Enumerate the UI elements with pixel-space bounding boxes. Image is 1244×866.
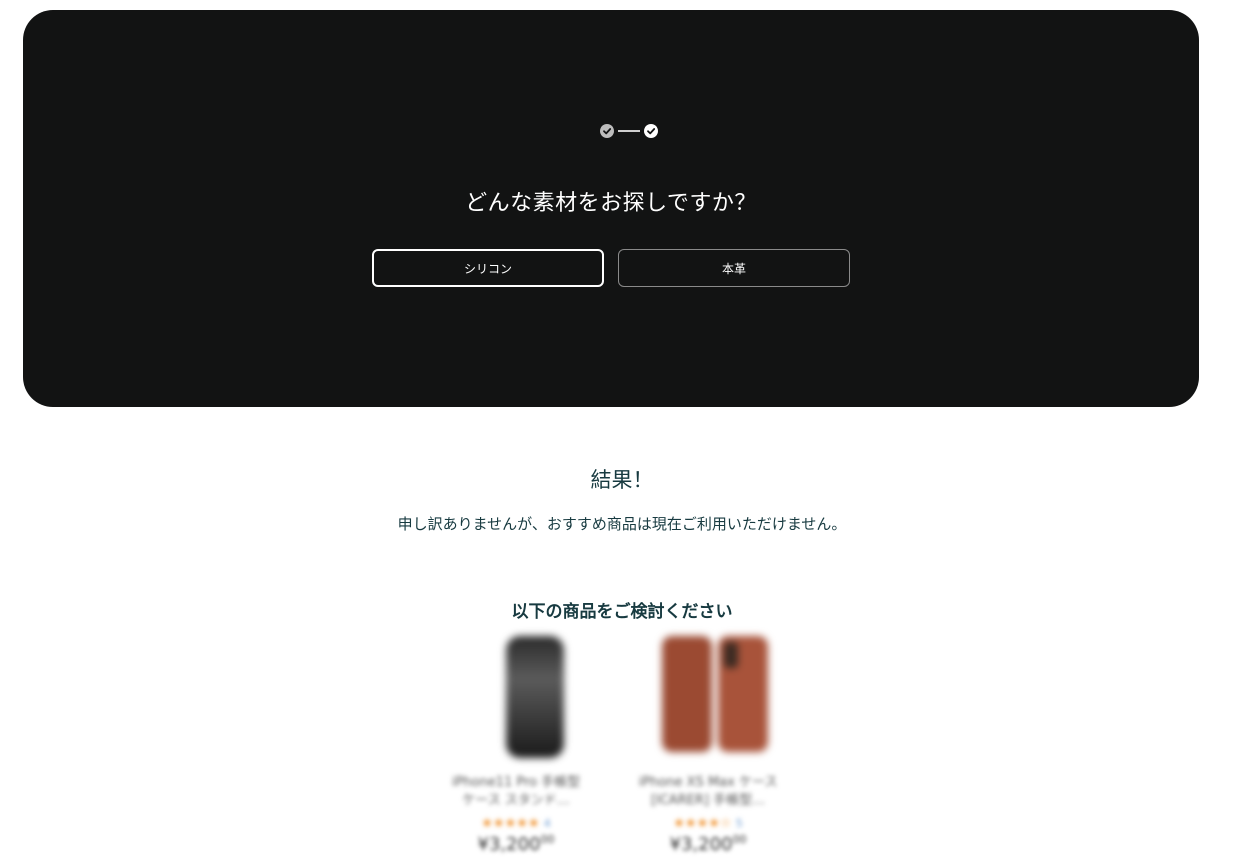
product-rating: ★★★★☆ 5 (673, 816, 743, 831)
product-image[interactable] (648, 630, 768, 760)
product-image[interactable] (456, 630, 576, 760)
step-indicator (600, 123, 658, 139)
product-name[interactable]: iPhone XS Max ケース [ICARER] 手帳型… (628, 774, 788, 810)
product-price: ¥3,20000 (477, 833, 555, 855)
product-price: ¥3,20000 (669, 833, 747, 855)
step-connector (618, 130, 640, 132)
step-1-check-icon (600, 124, 614, 138)
option-leather-button[interactable]: 本革 (618, 249, 850, 287)
product-card[interactable]: iPhone XS Max ケース [ICARER] 手帳型… ★★★★☆ 5 … (628, 630, 788, 855)
product-rating: ★★★★★ 4 (481, 816, 551, 831)
suggestions-title: 以下の商品をご検討ください (511, 602, 733, 622)
results-title: 結果！ (590, 468, 654, 492)
step-2-check-icon (644, 124, 658, 138)
quiz-panel: どんな素材をお探しですか？ シリコン 本革 (23, 10, 1199, 407)
page: どんな素材をお探しですか？ シリコン 本革 結果！ 申し訳ありませんが、おすすめ… (0, 0, 1244, 866)
option-silicone-button[interactable]: シリコン (372, 249, 604, 287)
product-name[interactable]: iPhone11 Pro 手帳型 ケース スタンド… (436, 774, 596, 810)
product-card[interactable]: iPhone11 Pro 手帳型 ケース スタンド… ★★★★★ 4 ¥3,20… (436, 630, 596, 855)
results-message: 申し訳ありませんが、おすすめ商品は現在ご利用いただけません。 (397, 515, 847, 533)
quiz-question: どんな素材をお探しですか？ (465, 191, 757, 216)
